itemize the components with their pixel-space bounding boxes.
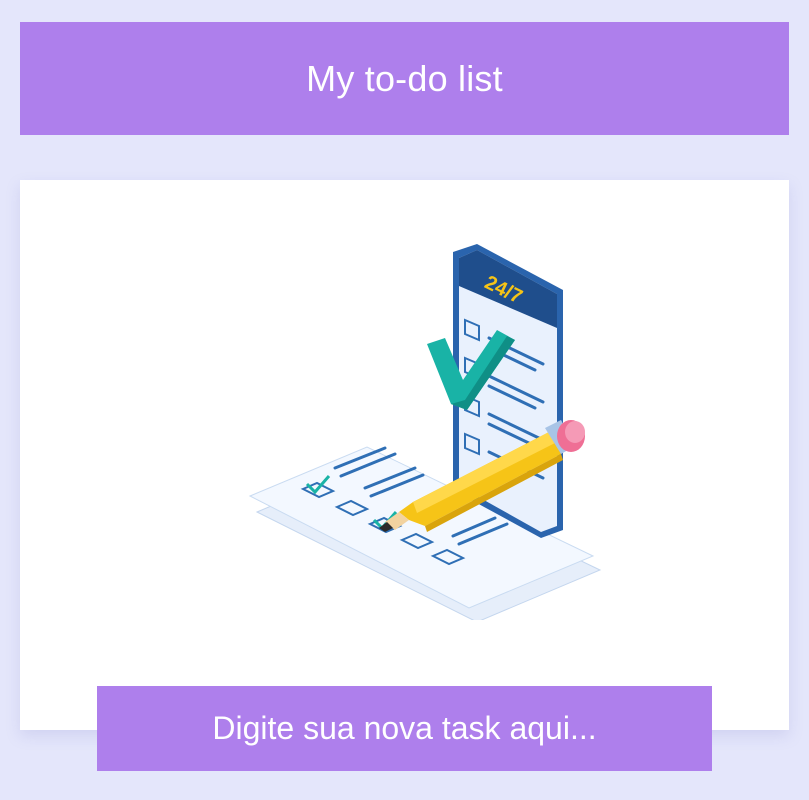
todo-checklist-illustration: 24/7 <box>248 244 602 620</box>
main-card: 24/7 <box>20 180 789 730</box>
page-title: My to-do list <box>306 57 503 99</box>
new-task-input[interactable] <box>97 686 712 771</box>
app-header: My to-do list <box>20 22 789 135</box>
